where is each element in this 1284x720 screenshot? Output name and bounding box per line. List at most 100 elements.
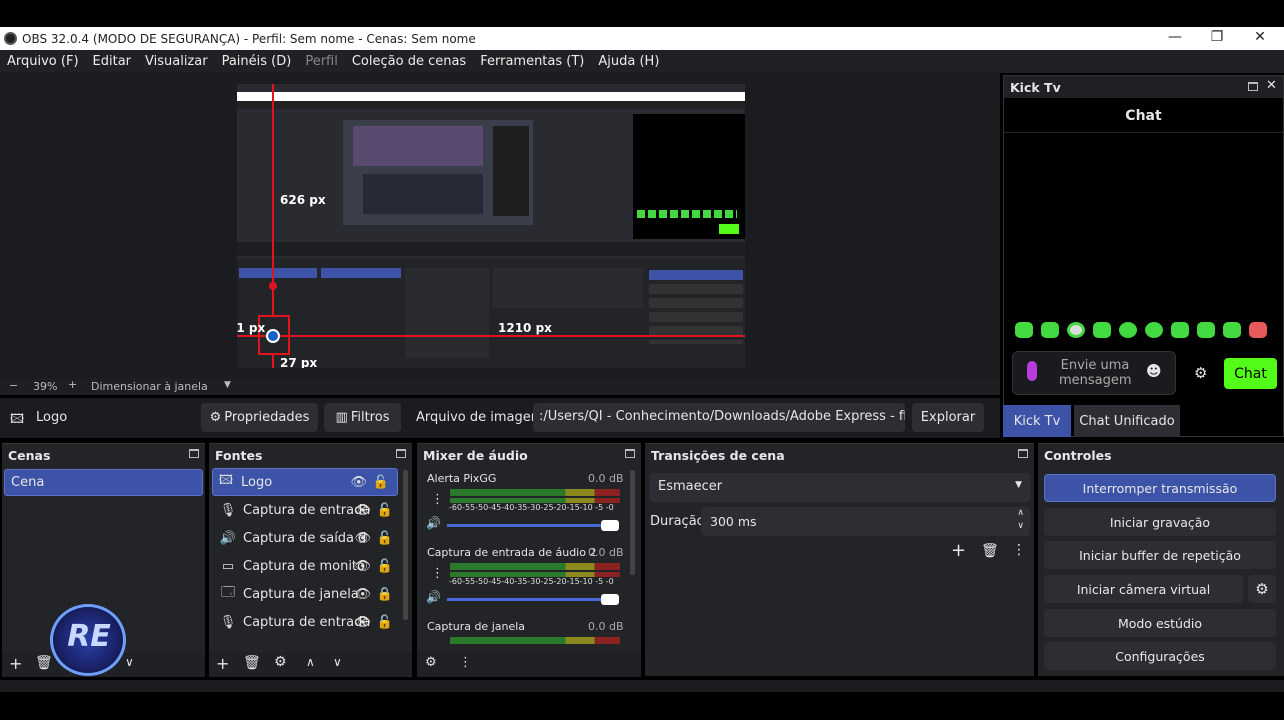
source-item[interactable]: 🔊 Captura de saída d 👁 🔓: [215, 524, 401, 552]
filters-button[interactable]: ▥ Filtros: [324, 403, 401, 432]
float-dock-icon[interactable]: [1248, 82, 1258, 91]
browse-button[interactable]: Explorar: [912, 403, 984, 432]
emote-icon[interactable]: [1197, 322, 1215, 338]
source-label: Logo: [241, 474, 273, 490]
tab-kick-tv[interactable]: Kick Tv: [1003, 405, 1071, 437]
emote-icon[interactable]: [1041, 322, 1059, 338]
stepper-icon[interactable]: ∧ ∨: [1017, 507, 1024, 533]
source-item-logo[interactable]: 🖾 Logo 👁 🔓: [212, 468, 398, 496]
scrollbar[interactable]: [403, 470, 408, 620]
channel-menu-icon[interactable]: ⋮: [431, 566, 444, 581]
emote-icon[interactable]: [1093, 322, 1111, 338]
move-down-icon[interactable]: ∨: [333, 655, 342, 669]
duration-input[interactable]: 300 ms ∧ ∨: [701, 507, 1030, 536]
image-path-field[interactable]: :/Users/QI - Conhecimento/Downloads/Adob…: [533, 403, 905, 432]
zoom-in-button[interactable]: +: [68, 378, 77, 391]
channel-db: 0.0 dB: [588, 472, 624, 485]
send-chat-button[interactable]: Chat: [1224, 358, 1277, 389]
studio-mode-button[interactable]: Modo estúdio: [1044, 609, 1276, 637]
remove-transition-icon[interactable]: 🗑: [981, 543, 999, 559]
chevron-down-icon[interactable]: ∨: [125, 655, 134, 669]
emote-icon[interactable]: [1067, 322, 1085, 338]
transition-selected-label: Esmaecer: [658, 479, 723, 494]
emote-bar[interactable]: [1004, 322, 1283, 346]
properties-button[interactable]: ⚙ Propriedades: [201, 403, 318, 432]
menu-ajuda[interactable]: Ajuda (H): [598, 54, 659, 69]
remove-source-icon[interactable]: 🗑: [243, 655, 261, 671]
volume-slider[interactable]: [447, 520, 619, 531]
emote-icon[interactable]: [1223, 322, 1241, 338]
speaker-icon[interactable]: 🔊: [426, 590, 441, 604]
menu-editar[interactable]: Editar: [93, 54, 132, 69]
menu-paineis[interactable]: Painéis (D): [222, 54, 292, 69]
menu-visualizar[interactable]: Visualizar: [145, 54, 208, 69]
virtual-camera-gear-icon[interactable]: ⚙: [1248, 575, 1276, 603]
source-properties-gear-icon[interactable]: ⚙: [274, 654, 287, 670]
menu-perfil[interactable]: Perfil: [305, 54, 338, 69]
source-item[interactable]: 🗔 Captura de janela 👁 🔒: [215, 580, 401, 608]
float-dock-icon[interactable]: [1018, 449, 1028, 458]
remove-scene-icon[interactable]: 🗑: [35, 655, 53, 671]
transition-menu-icon[interactable]: ⋮: [1012, 542, 1026, 558]
transition-select[interactable]: Esmaecer ▼: [650, 473, 1030, 502]
eye-icon[interactable]: 👁: [354, 531, 371, 546]
move-up-icon[interactable]: ∧: [306, 655, 315, 669]
source-item[interactable]: 🎙 Captura de entrada 👁 🔓: [215, 608, 401, 636]
mixer-menu-icon[interactable]: ⋮: [459, 655, 472, 670]
stop-streaming-button[interactable]: Interromper transmissão: [1044, 474, 1276, 502]
unlock-icon[interactable]: 🔓: [377, 615, 393, 630]
settings-gear-icon[interactable]: ⚙: [1194, 364, 1207, 382]
add-source-button[interactable]: +: [216, 654, 229, 673]
emote-icon[interactable]: [1249, 322, 1267, 338]
unlock-icon[interactable]: 🔓: [377, 531, 393, 546]
float-dock-icon[interactable]: [189, 449, 199, 458]
lock-icon[interactable]: 🔒: [377, 587, 393, 602]
emoji-icon[interactable]: ☻: [1146, 362, 1162, 380]
scrollbar[interactable]: [630, 470, 635, 575]
menu-ferramentas[interactable]: Ferramentas (T): [480, 54, 584, 69]
zoom-out-button[interactable]: −: [9, 379, 18, 392]
unlock-icon[interactable]: 🔓: [377, 503, 393, 518]
eye-icon[interactable]: 👁: [354, 503, 371, 518]
float-dock-icon[interactable]: [625, 449, 635, 458]
chat-placeholder: Envie uma mensagem: [1059, 358, 1132, 388]
unlock-icon[interactable]: 🔓: [373, 475, 389, 490]
emote-icon[interactable]: [1171, 322, 1189, 338]
menu-colecao-cenas[interactable]: Coleção de cenas: [352, 54, 466, 69]
channel-menu-icon[interactable]: ⋮: [431, 492, 444, 507]
chat-input[interactable]: Envie uma mensagem ☻: [1012, 351, 1176, 395]
volume-slider[interactable]: [447, 594, 619, 605]
preview-canvas[interactable]: 626 px 31 px 1210 px 27 px: [237, 84, 745, 368]
close-dock-icon[interactable]: ✕: [1266, 78, 1277, 93]
settings-button[interactable]: Configurações: [1044, 642, 1276, 670]
chevron-down-icon[interactable]: ▼: [224, 380, 231, 390]
eye-icon[interactable]: 👁: [354, 615, 371, 630]
eye-icon[interactable]: 👁: [354, 587, 371, 602]
tab-chat-unificado[interactable]: Chat Unificado: [1074, 405, 1180, 437]
close-button[interactable]: ✕: [1245, 29, 1275, 45]
float-dock-icon[interactable]: [396, 449, 406, 458]
start-recording-button[interactable]: Iniciar gravação: [1044, 508, 1276, 536]
unlock-icon[interactable]: 🔓: [377, 559, 393, 574]
menu-arquivo[interactable]: Arquivo (F): [7, 54, 79, 69]
image-icon: 🖾: [218, 473, 234, 488]
emote-icon[interactable]: [1015, 322, 1033, 338]
start-virtual-camera-button[interactable]: Iniciar câmera virtual: [1044, 575, 1243, 603]
add-scene-button[interactable]: +: [9, 654, 22, 673]
minimize-button[interactable]: —: [1160, 29, 1190, 45]
channel-name: Alerta PixGG: [427, 472, 497, 485]
add-transition-button[interactable]: +: [951, 540, 966, 561]
mic-icon[interactable]: [1027, 361, 1037, 381]
scene-item[interactable]: Cena: [4, 469, 203, 496]
source-item[interactable]: ▭ Captura de monito 👁 🔓: [215, 552, 401, 580]
emote-icon[interactable]: [1145, 322, 1163, 338]
advanced-audio-gear-icon[interactable]: ⚙: [425, 655, 437, 670]
speaker-icon[interactable]: 🔊: [426, 516, 441, 530]
zoom-fit-select[interactable]: Dimensionar à janela: [91, 380, 208, 393]
source-item[interactable]: 🎙 Captura de entrada 👁 🔓: [215, 496, 401, 524]
restore-button[interactable]: ❐: [1202, 29, 1232, 45]
eye-icon[interactable]: 👁: [350, 475, 367, 490]
emote-icon[interactable]: [1119, 322, 1137, 338]
start-replay-buffer-button[interactable]: Iniciar buffer de repetição: [1044, 541, 1276, 569]
eye-icon[interactable]: 👁: [354, 559, 371, 574]
